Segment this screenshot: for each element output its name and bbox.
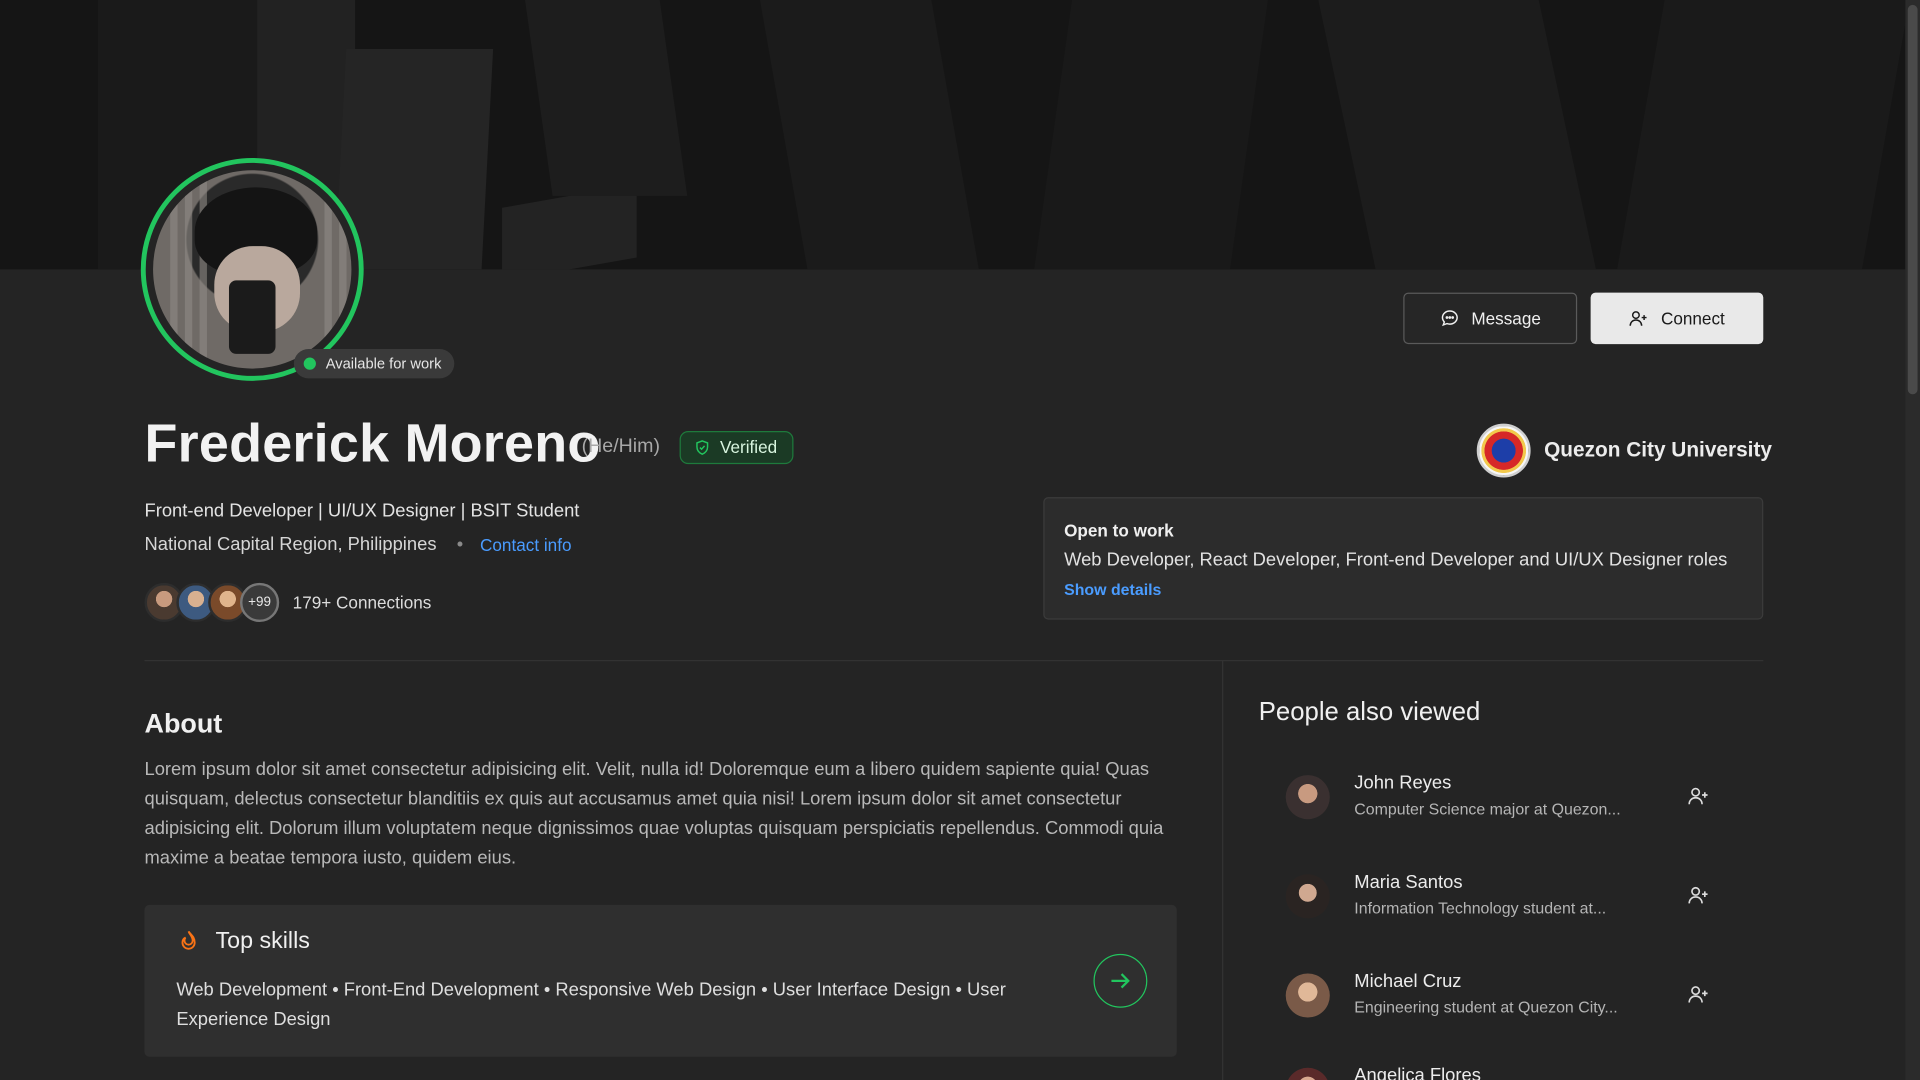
profile-name: Frederick Moreno [144, 413, 601, 474]
connect-button-label: Connect [1660, 308, 1725, 329]
person-avatar [1285, 973, 1330, 1018]
profile-avatar[interactable] [140, 157, 364, 381]
people-also-viewed-title: People also viewed [1258, 697, 1481, 727]
verified-label: Verified [720, 437, 778, 457]
person-item[interactable]: John Reyes Computer Science major at Que… [1285, 772, 1751, 832]
person-avatar [1285, 1067, 1330, 1080]
connection-avatars[interactable]: +99 [144, 582, 281, 623]
add-user-icon[interactable] [1687, 983, 1709, 1005]
verified-badge: Verified [679, 431, 794, 465]
add-user-icon[interactable] [1687, 884, 1709, 906]
university-name[interactable]: Quezon City University [1544, 438, 1772, 462]
person-name: Michael Cruz [1354, 971, 1462, 992]
person-item[interactable]: Michael Cruz Engineering student at Quez… [1285, 971, 1751, 1030]
add-user-icon [1629, 311, 1648, 326]
connections-count[interactable]: 179+ Connections [293, 593, 432, 613]
arrow-right-icon [1111, 973, 1130, 989]
contact-info-link[interactable]: Contact info [480, 535, 571, 555]
section-divider [144, 660, 1764, 662]
profile-page: Available for work Message Connect Frede… [0, 0, 1920, 1080]
university-logo [1476, 423, 1531, 478]
open-to-work-card: Open to work Web Developer, React Develo… [1043, 497, 1764, 620]
connect-button[interactable]: Connect [1590, 292, 1764, 345]
person-item[interactable]: Maria Santos Information Technology stud… [1285, 871, 1751, 931]
status-dot-icon [303, 357, 316, 370]
more-connections-badge: +99 [240, 582, 280, 623]
person-description: Information Technology student at... [1354, 898, 1607, 918]
show-details-link[interactable]: Show details [1064, 580, 1161, 598]
message-button-label: Message [1471, 308, 1541, 329]
message-icon [1441, 310, 1458, 327]
availability-badge: Available for work [293, 348, 454, 379]
avatar-photo [153, 170, 352, 369]
add-user-icon[interactable] [1687, 785, 1709, 807]
shield-check-icon [696, 440, 709, 455]
top-skills-title: Top skills [215, 928, 310, 954]
top-skills-list: Web Development • Front-End Development … [176, 979, 1006, 1030]
page-scrollbar[interactable] [1905, 0, 1920, 1080]
person-avatar [1285, 874, 1330, 919]
open-to-work-title: Open to work [1064, 520, 1174, 541]
person-item[interactable]: Angelica Flores [1285, 1065, 1751, 1080]
profile-location: National Capital Region, Philippines [144, 533, 437, 555]
column-divider [1222, 660, 1224, 1080]
person-name: John Reyes [1354, 772, 1452, 794]
skills-arrow-button[interactable] [1093, 953, 1148, 1008]
person-name: Maria Santos [1354, 871, 1463, 893]
person-description: Engineering student at Quezon City... [1354, 997, 1618, 1017]
scrollbar-thumb[interactable] [1907, 4, 1918, 395]
top-skills-card: Top skills Web Development • Front-End D… [144, 904, 1177, 1057]
separator-bullet: • [456, 533, 464, 555]
flame-icon [181, 930, 196, 950]
availability-label: Available for work [325, 355, 442, 373]
about-text: Lorem ipsum dolor sit amet consectetur a… [144, 759, 1164, 869]
person-avatar [1285, 775, 1330, 820]
about-title: About [144, 707, 223, 739]
pronouns: (He/Him) [581, 435, 661, 457]
person-name: Angelica Flores [1354, 1065, 1481, 1080]
message-button[interactable]: Message [1403, 292, 1578, 345]
profile-headline: Front-end Developer | UI/UX Designer | B… [144, 500, 580, 522]
person-description: Computer Science major at Quezon... [1354, 799, 1621, 818]
open-to-work-roles: Web Developer, React Developer, Front-en… [1064, 549, 1728, 571]
